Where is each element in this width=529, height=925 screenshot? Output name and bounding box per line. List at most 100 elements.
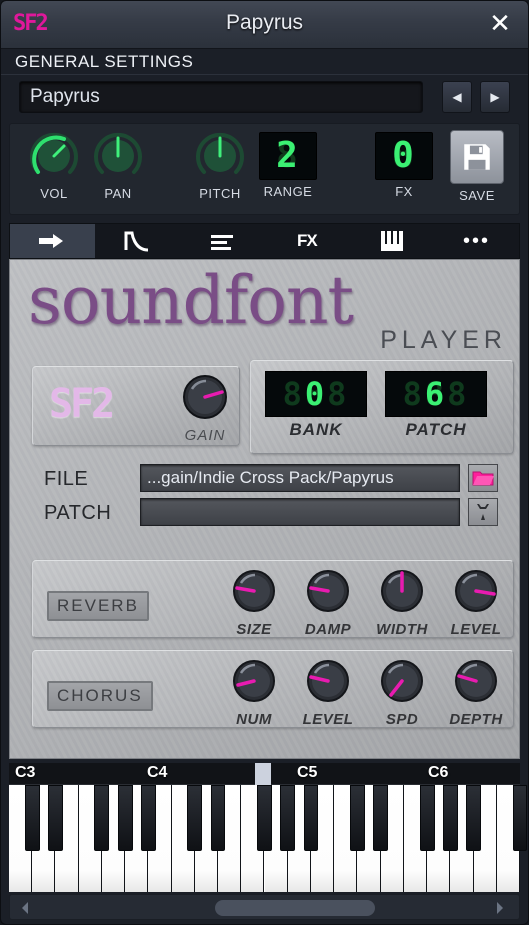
- black-key[interactable]: [280, 785, 296, 852]
- key-label-c5: C5: [297, 764, 318, 781]
- reverb-width-control: WIDTH: [371, 567, 433, 638]
- soundfont-panel: soundfont PLAYER SF2 GAIN 888 0 BANK 888…: [9, 259, 520, 759]
- vol-label: VOL: [40, 186, 68, 201]
- black-key[interactable]: [419, 785, 435, 852]
- patch-label: PATCH: [44, 502, 112, 524]
- chorus-spd-knob[interactable]: [378, 657, 426, 705]
- reverb-size-label: SIZE: [236, 621, 272, 638]
- wrench-icon: [477, 504, 489, 520]
- general-settings-header: GENERAL SETTINGS: [1, 49, 528, 75]
- black-key[interactable]: [257, 785, 272, 852]
- pan-label: PAN: [104, 186, 132, 201]
- gain-knob[interactable]: [181, 373, 229, 421]
- patch-name-input[interactable]: [140, 498, 460, 526]
- keyboard-zone: C3 C4 C5 C6: [9, 763, 528, 892]
- fx-tab-label: FX: [297, 231, 318, 250]
- file-patch-group: FILE ...gain/Indie Cross Pack/Papyrus PA…: [32, 460, 514, 540]
- chorus-depth-control: DEPTH: [445, 657, 507, 728]
- reverb-width-label: WIDTH: [376, 621, 428, 638]
- bank-control: 888 0 BANK: [265, 371, 367, 440]
- patch-value: 6: [424, 375, 448, 413]
- pitch-knob[interactable]: [194, 130, 246, 182]
- open-file-button[interactable]: [468, 464, 498, 492]
- gain-label: GAIN: [184, 427, 226, 444]
- black-key[interactable]: [187, 785, 203, 852]
- title-bar: SF2 Papyrus ✕: [1, 1, 528, 49]
- scroll-left-arrow[interactable]: [20, 901, 34, 915]
- black-key[interactable]: [466, 785, 481, 852]
- chorus-level-knob[interactable]: [304, 657, 352, 705]
- black-key[interactable]: [210, 785, 226, 852]
- vol-knob[interactable]: [28, 130, 80, 182]
- preset-row: Papyrus ◀ ▶: [1, 75, 528, 117]
- black-key[interactable]: [140, 785, 156, 852]
- pan-knob[interactable]: [92, 130, 144, 182]
- chorus-depth-knob[interactable]: [452, 657, 500, 705]
- tab-fx[interactable]: FX: [264, 224, 349, 258]
- reverb-level-control: LEVEL: [445, 567, 507, 638]
- reverb-damp-knob[interactable]: [304, 567, 352, 615]
- reverb-level-knob[interactable]: [452, 567, 500, 615]
- reverb-damp-label: DAMP: [304, 621, 352, 638]
- fx-display[interactable]: 8 0: [375, 132, 433, 180]
- tab-main[interactable]: [10, 224, 95, 258]
- window-title: Papyrus: [225, 11, 304, 34]
- black-key[interactable]: [512, 785, 528, 852]
- reverb-damp-control: DAMP: [297, 567, 359, 638]
- chorus-num-label: NUM: [236, 711, 272, 728]
- black-key[interactable]: [24, 785, 40, 852]
- range-control: 8 2 RANGE: [259, 130, 317, 199]
- tab-keyboard[interactable]: [349, 224, 434, 258]
- patch-number-control: 888 6 PATCH: [385, 371, 487, 440]
- patch-settings-button[interactable]: [468, 498, 498, 526]
- close-icon[interactable]: ✕: [486, 10, 514, 38]
- chorus-section: CHORUS NUM LEVEL SPD DEPTH: [32, 650, 514, 728]
- keyboard-icon: [380, 231, 403, 251]
- chorus-depth-label: DEPTH: [449, 711, 503, 728]
- save-button[interactable]: [450, 130, 504, 184]
- brand-soundfont-text: soundfont: [28, 262, 354, 339]
- black-key[interactable]: [349, 785, 365, 852]
- black-key[interactable]: [94, 785, 110, 852]
- reverb-section: REVERB SIZE DAMP WIDTH LEVEL: [32, 560, 514, 638]
- pitch-label: PITCH: [199, 186, 241, 201]
- file-path-input[interactable]: ...gain/Indie Cross Pack/Papyrus: [140, 464, 460, 492]
- ellipsis-icon: •••: [463, 230, 491, 252]
- black-key[interactable]: [117, 785, 133, 852]
- tab-mixer[interactable]: [180, 224, 265, 258]
- chorus-num-knob[interactable]: [230, 657, 278, 705]
- reverb-toggle-button[interactable]: REVERB: [47, 591, 149, 621]
- black-key[interactable]: [303, 785, 319, 852]
- brand-block: soundfont PLAYER: [28, 262, 509, 355]
- chorus-level-label: LEVEL: [302, 711, 354, 728]
- scrollbar-thumb[interactable]: [215, 900, 375, 916]
- envelope-icon: [124, 231, 149, 252]
- chorus-toggle-button[interactable]: CHORUS: [47, 681, 153, 711]
- piano-keys[interactable]: [9, 785, 528, 892]
- bank-label: BANK: [289, 420, 343, 439]
- scroll-right-arrow[interactable]: [495, 901, 509, 915]
- preset-name-input[interactable]: Papyrus: [19, 81, 423, 113]
- black-key[interactable]: [442, 785, 458, 852]
- patch-row: PATCH: [32, 498, 514, 528]
- black-key[interactable]: [373, 785, 389, 852]
- reverb-width-knob[interactable]: [378, 567, 426, 615]
- patch-display[interactable]: 888 6: [385, 371, 487, 417]
- reverb-size-knob[interactable]: [230, 567, 278, 615]
- plug-icon: [39, 234, 64, 248]
- tab-envelope[interactable]: [95, 224, 180, 258]
- keyboard-octave-labels: C3 C4 C5 C6: [9, 763, 520, 785]
- range-display[interactable]: 8 2: [259, 132, 317, 180]
- tab-more[interactable]: •••: [434, 224, 519, 258]
- bank-display[interactable]: 888 0: [265, 371, 367, 417]
- folder-open-icon: [472, 471, 494, 486]
- file-row: FILE ...gain/Indie Cross Pack/Papyrus: [32, 464, 514, 494]
- bank-value: 0: [304, 375, 328, 413]
- key-label-c3: C3: [15, 764, 36, 781]
- horizontal-scrollbar[interactable]: [9, 894, 520, 920]
- preset-next-button[interactable]: ▶: [480, 81, 510, 113]
- black-key[interactable]: [48, 785, 63, 852]
- fx-control: 8 0 FX: [375, 130, 433, 199]
- file-label: FILE: [44, 468, 89, 490]
- preset-prev-button[interactable]: ◀: [442, 81, 472, 113]
